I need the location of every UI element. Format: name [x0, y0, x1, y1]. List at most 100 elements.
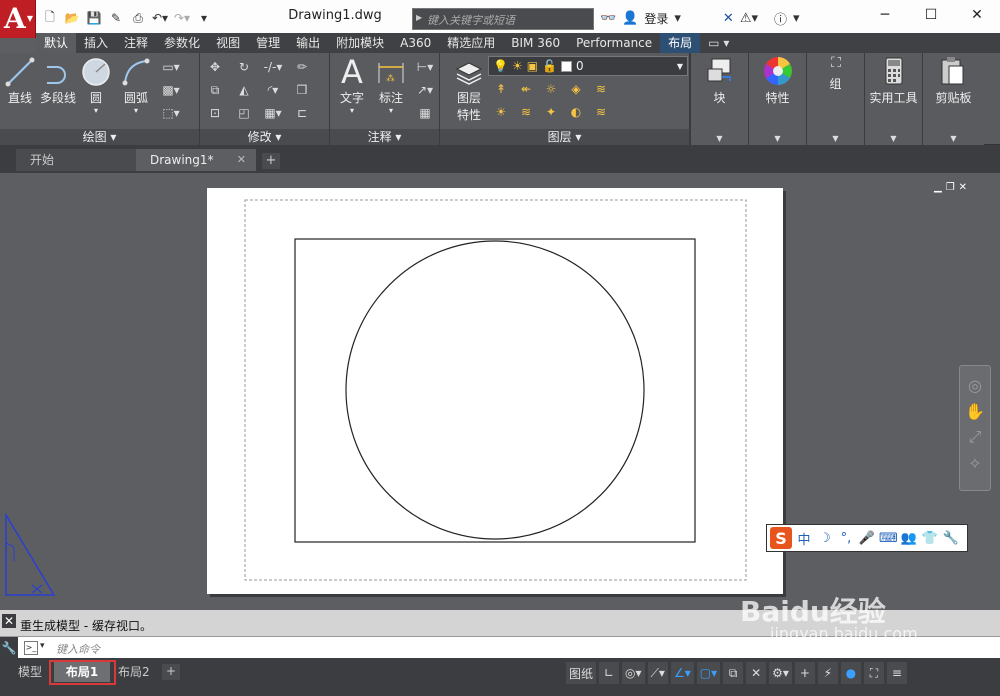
draw-panel-label[interactable]: 绘图 ▾	[0, 129, 199, 145]
save-icon[interactable]: 💾	[84, 9, 104, 27]
help-dropdown-icon[interactable]: ▾	[793, 11, 800, 26]
command-input[interactable]: 键入命令	[56, 641, 100, 657]
punctuation-icon[interactable]: °,	[837, 531, 855, 546]
isolate-objects-icon[interactable]: ●	[840, 662, 861, 684]
layer-tool-10-icon[interactable]: ≋	[590, 102, 612, 122]
explode-icon[interactable]: ❒	[291, 80, 313, 100]
mirror-icon[interactable]: ◭	[233, 80, 255, 100]
polar-tracking-icon[interactable]: ◎▾	[622, 662, 645, 684]
close-tab-icon[interactable]: ✕	[237, 149, 246, 171]
customize-toolbar-icon[interactable]: ▾	[194, 9, 214, 27]
annotation-scale-icon[interactable]: ⧉	[723, 662, 744, 684]
undo-icon[interactable]: ↶▾	[150, 9, 170, 27]
chinese-mode-icon[interactable]: 中	[795, 529, 813, 548]
annotation-panel-label[interactable]: 注释 ▾	[330, 129, 439, 145]
user-icon[interactable]: 👤	[622, 11, 638, 26]
tab-addins[interactable]: 附加模块	[328, 33, 392, 53]
tab-view[interactable]: 视图	[208, 33, 248, 53]
maximize-icon[interactable]: ☐	[908, 0, 954, 30]
plus-icon[interactable]: +	[794, 662, 815, 684]
dropdown-arrow-icon[interactable]: ▾	[674, 11, 681, 26]
erase-icon[interactable]: ✏	[291, 57, 313, 77]
new-tab-button[interactable]: +	[262, 153, 280, 169]
binoculars-icon[interactable]: 👓	[600, 11, 616, 26]
trim-icon[interactable]: -/-▾	[262, 57, 284, 77]
layer-tool-7-icon[interactable]: ≋	[515, 102, 537, 122]
utilities-dropdown-icon[interactable]: ▼	[865, 134, 922, 143]
arc-tool[interactable]: 圆弧 ▾	[120, 55, 152, 115]
command-prompt-icon[interactable]: >_	[24, 641, 38, 655]
group-dropdown-icon[interactable]: ▼	[807, 134, 864, 143]
moon-icon[interactable]: ☽	[816, 531, 834, 546]
modify-panel-label[interactable]: 修改 ▾	[200, 129, 329, 145]
ortho-icon[interactable]: ∟	[599, 662, 620, 684]
tab-featured-apps[interactable]: 精选应用	[439, 33, 503, 53]
pan-hand-icon[interactable]: ✋	[960, 398, 990, 424]
print-icon[interactable]: ⎙	[128, 9, 148, 27]
layer-tool-9-icon[interactable]: ◐	[565, 102, 587, 122]
layer-tool-6-icon[interactable]: ☀	[490, 102, 512, 122]
rotate-icon[interactable]: ↻	[233, 57, 255, 77]
isodraft-icon[interactable]: ∠▾	[670, 662, 694, 684]
text-tool[interactable]: A 文字 ▾	[336, 53, 368, 115]
drawing-area[interactable]: ▁ ❐ ✕ ◎ ✋ ⤢ ✧ S 中 ☽ °, 🎤 ⌨ 👥 👕 🔧	[0, 173, 1000, 610]
steering-wheel-icon[interactable]: ◎	[960, 372, 990, 398]
block-dropdown-icon[interactable]: ▼	[691, 134, 748, 143]
orbit-icon[interactable]: ✧	[960, 450, 990, 476]
viewport-close-icon[interactable]: ✕	[959, 182, 967, 193]
a360-icon[interactable]: ⚠▾	[740, 11, 758, 26]
tab-parametric[interactable]: 参数化	[156, 33, 208, 53]
linear-dim-icon[interactable]: ⊢▾	[414, 57, 436, 77]
tab-a360[interactable]: A360	[392, 33, 439, 53]
login-link[interactable]: 登录	[644, 10, 668, 27]
wrench-icon[interactable]: 🔧	[942, 531, 960, 546]
layer-tool-1-icon[interactable]: ↟	[490, 79, 512, 99]
boundary-icon[interactable]: ⬚▾	[160, 103, 182, 123]
save-as-icon[interactable]: ✎	[106, 9, 126, 27]
properties-panel[interactable]: 特性 ▼	[748, 53, 806, 145]
open-folder-icon[interactable]: 📂	[62, 9, 82, 27]
shirt-icon[interactable]: 👕	[921, 531, 939, 546]
search-input[interactable]: ▶ 键入关键字或短语	[412, 8, 594, 30]
block-panel[interactable]: 块 ▼	[690, 53, 748, 145]
layer-dropdown[interactable]: 💡 ☀ ▣ 🔓 0 ▼	[488, 56, 688, 76]
tab-annotate[interactable]: 注释	[116, 33, 156, 53]
keyboard-icon[interactable]: ⌨	[879, 531, 898, 546]
recent-commands-dropdown-icon[interactable]: ▾	[40, 641, 45, 651]
viewport-minimize-icon[interactable]: ▁	[934, 182, 942, 193]
start-tab[interactable]: 开始	[16, 149, 136, 171]
annotation-visibility-icon[interactable]: ✕	[746, 662, 767, 684]
customize-wrench-icon[interactable]: 🔧	[0, 637, 18, 659]
layout2-tab[interactable]: 布局2	[110, 662, 158, 682]
copy-icon[interactable]: ⧉	[204, 80, 226, 100]
redo-icon[interactable]: ↷▾	[172, 9, 192, 27]
dimension-tool[interactable]: ⁂ 标注 ▾	[374, 55, 408, 115]
layer-tool-8-icon[interactable]: ✦	[540, 102, 562, 122]
tab-manage[interactable]: 管理	[248, 33, 288, 53]
clipboard-panel[interactable]: 剪贴板 ▼	[922, 53, 984, 145]
line-tool[interactable]: 直线	[4, 55, 36, 106]
offset-icon[interactable]: ⊏	[291, 103, 313, 123]
ribbon-display-options[interactable]: ▭ ▾	[700, 33, 737, 53]
workspace-gear-icon[interactable]: ⚙▾	[769, 662, 792, 684]
group-panel[interactable]: ⛶ 组 ▼	[806, 53, 864, 145]
add-layout-button[interactable]: +	[162, 664, 180, 680]
zoom-extents-icon[interactable]: ⤢	[960, 424, 990, 450]
exchange-apps-icon[interactable]: ✕	[723, 11, 734, 26]
leader-icon[interactable]: ↗▾	[414, 80, 436, 100]
microphone-icon[interactable]: 🎤	[858, 531, 876, 546]
circle-tool[interactable]: 圆 ▾	[80, 55, 112, 115]
viewport-restore-icon[interactable]: ❐	[946, 182, 955, 193]
new-file-icon[interactable]: 🗋	[40, 9, 60, 27]
tab-layout[interactable]: 布局	[660, 33, 701, 53]
tab-default[interactable]: 默认	[36, 33, 77, 53]
paper-space-toggle[interactable]: 图纸	[566, 662, 597, 684]
help-icon[interactable]: ⓘ	[774, 9, 787, 28]
polyline-tool[interactable]: 多段线	[40, 55, 76, 106]
minimize-icon[interactable]: ─	[862, 0, 908, 30]
user-group-icon[interactable]: 👥	[900, 531, 918, 546]
arc-dropdown-icon[interactable]: ▾	[134, 106, 138, 115]
dimension-dropdown-icon[interactable]: ▾	[389, 106, 393, 115]
ime-toolbar[interactable]: S 中 ☽ °, 🎤 ⌨ 👥 👕 🔧	[766, 524, 968, 552]
text-dropdown-icon[interactable]: ▾	[350, 106, 354, 115]
